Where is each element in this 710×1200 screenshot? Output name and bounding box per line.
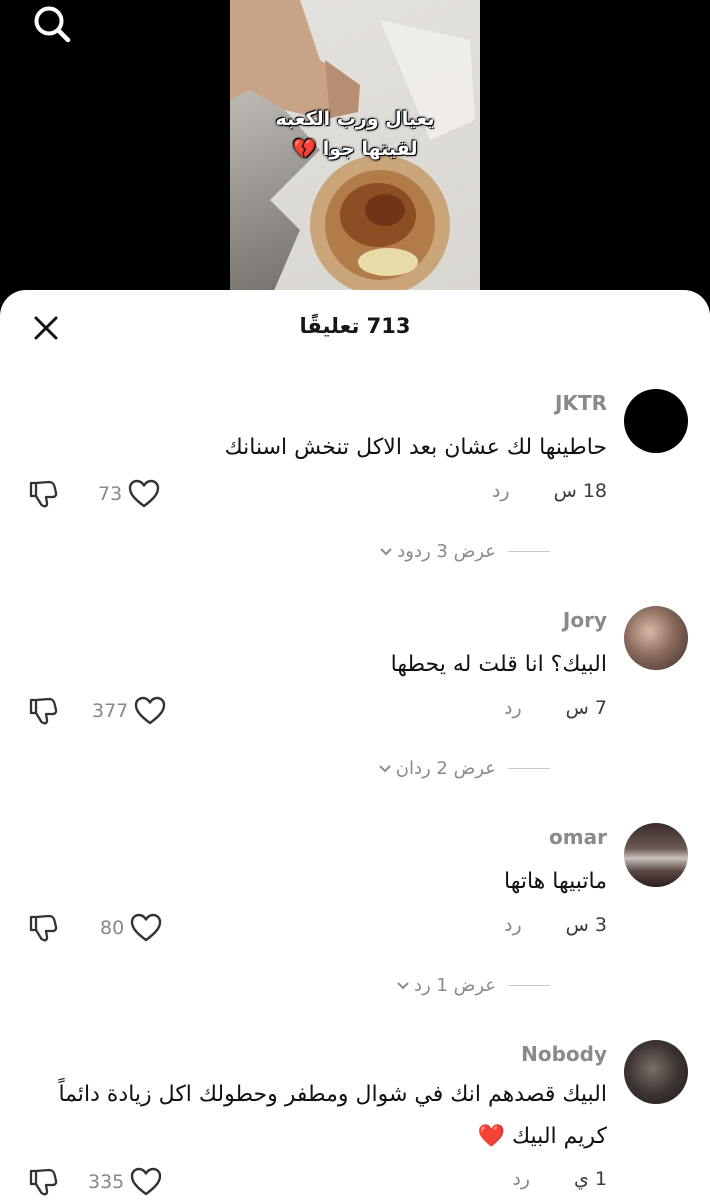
comment-count-title: 713 تعليقًا (299, 314, 411, 338)
like-count: 80 (100, 917, 125, 939)
heart-icon (135, 696, 166, 725)
dislike-button[interactable] (26, 1165, 60, 1199)
comment-meta: 18 س رد (492, 480, 607, 502)
comment-username[interactable]: Jory (563, 608, 607, 632)
comment-text: البيك قصدهم انك في شوال ومطفر وحطولك اكل… (58, 1076, 607, 1156)
comment-meta: 1 ي رد (512, 1168, 607, 1190)
sheet-header: 713 تعليقًا (0, 290, 710, 366)
comment-username[interactable]: Nobody (521, 1042, 607, 1066)
like-button[interactable]: 335 (88, 1167, 162, 1197)
reply-button[interactable]: رد (492, 480, 510, 502)
dislike-button[interactable] (26, 694, 60, 728)
view-replies-label: عرض 3 ردود (397, 541, 496, 562)
search-button[interactable] (28, 2, 76, 46)
comment-time: 3 س (565, 914, 607, 936)
view-replies-label: عرض 1 رد (413, 975, 496, 996)
heart-icon (131, 1167, 162, 1196)
avatar[interactable] (624, 389, 688, 453)
comment-text-line: كريم البيك ❤️ (477, 1124, 607, 1149)
video-thumbnail[interactable]: يعيال ورب الكعبه لقيتها جوا 💔 (230, 0, 480, 300)
search-icon (34, 6, 71, 43)
chevron-down-icon (380, 547, 392, 555)
thumbs-down-icon (29, 480, 58, 508)
replies-divider (508, 551, 550, 552)
replies-divider (508, 985, 550, 986)
dislike-button[interactable] (26, 911, 60, 945)
comment-text: ماتبيها هاتها (504, 869, 607, 894)
avatar[interactable] (624, 606, 688, 670)
comment-item: JKTR حاطينها لك عشان بعد الاكل تنخش اسنا… (0, 389, 710, 579)
like-count: 335 (88, 1171, 125, 1193)
heart-icon (130, 913, 162, 942)
view-replies-button[interactable]: عرض 3 ردود (379, 541, 550, 562)
comment-time: 7 س (565, 697, 607, 719)
comment-item: omar ماتبيها هاتها 3 س رد 80 عرض 1 رد (0, 823, 710, 1013)
view-replies-button[interactable]: عرض 2 ردان (378, 758, 550, 779)
heart-icon (128, 479, 160, 508)
video-caption-line-1: يعيال ورب الكعبه (275, 108, 435, 130)
dislike-button[interactable] (26, 477, 60, 511)
thumbs-down-icon (29, 697, 58, 725)
comment-time: 1 ي (573, 1168, 607, 1190)
chevron-down-icon (397, 981, 409, 989)
video-caption-line-2: لقيتها جوا 💔 (292, 138, 418, 160)
comment-meta: 7 س رد (504, 697, 607, 719)
thumbs-down-icon (29, 914, 58, 942)
thumbs-down-icon (29, 1168, 58, 1196)
like-button[interactable]: 377 (92, 696, 166, 726)
comment-username[interactable]: JKTR (555, 391, 607, 415)
comments-sheet: 713 تعليقًا JKTR حاطينها لك عشان بعد الا… (0, 290, 710, 1200)
comment-text: حاطينها لك عشان بعد الاكل تنخش اسنانك (224, 435, 607, 460)
comment-text: البيك؟ انا قلت له يحطها (390, 652, 607, 677)
comment-text-line: البيك قصدهم انك في شوال ومطفر وحطولك اكل… (58, 1082, 607, 1107)
replies-divider (508, 768, 550, 769)
comment-item: Jory البيك؟ انا قلت له يحطها 7 س رد 377 … (0, 606, 710, 796)
view-replies-button[interactable]: عرض 1 رد (396, 975, 550, 996)
like-button[interactable]: 80 (100, 913, 162, 943)
comment-meta: 3 س رد (504, 914, 607, 936)
reply-button[interactable]: رد (504, 914, 522, 936)
video-area: يعيال ورب الكعبه لقيتها جوا 💔 (0, 0, 710, 300)
avatar[interactable] (624, 823, 688, 887)
reply-button[interactable]: رد (512, 1168, 530, 1190)
comment-time: 18 س (553, 480, 607, 502)
comment-item: Nobody البيك قصدهم انك في شوال ومطفر وحط… (0, 1040, 710, 1200)
avatar[interactable] (624, 1040, 688, 1104)
reply-button[interactable]: رد (504, 697, 522, 719)
like-count: 73 (98, 483, 123, 505)
like-count: 377 (92, 700, 129, 722)
comment-username[interactable]: omar (549, 825, 607, 849)
like-button[interactable]: 73 (98, 479, 160, 509)
chevron-down-icon (379, 764, 391, 772)
view-replies-label: عرض 2 ردان (395, 758, 496, 779)
